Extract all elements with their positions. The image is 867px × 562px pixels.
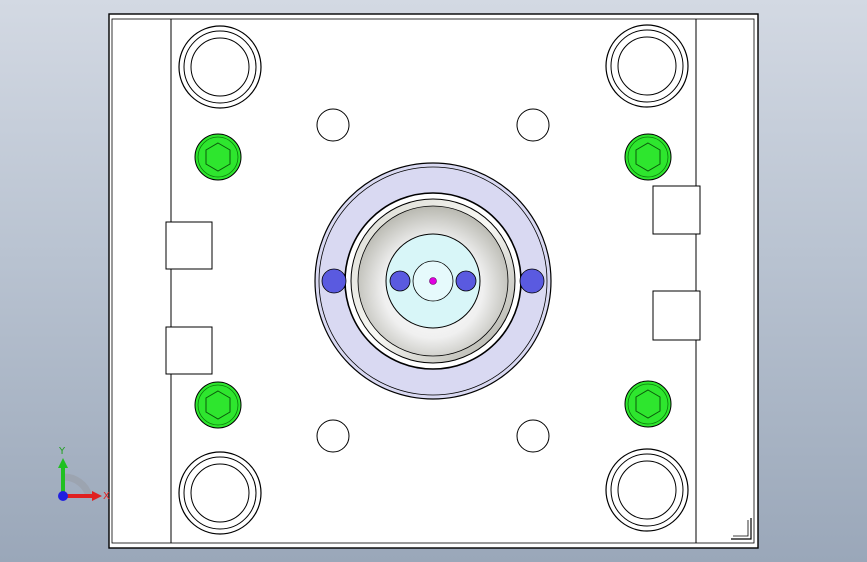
pocket-left-lower	[165, 326, 213, 375]
hole-bottom-left	[316, 419, 350, 453]
y-axis-label: Y	[58, 446, 66, 457]
bushing-bottom-left	[178, 451, 262, 535]
z-axis-icon	[58, 491, 68, 501]
center-assembly	[314, 162, 552, 400]
pin-inner-left	[389, 270, 411, 292]
bushing-top-right	[605, 24, 689, 108]
mold-plate-top-view[interactable]: Y X	[0, 0, 867, 562]
pocket-left-upper	[165, 221, 213, 270]
x-axis-arrow-icon	[92, 491, 102, 501]
bushing-bottom-right	[605, 448, 689, 532]
bushing-top-left	[178, 25, 262, 109]
screw-top-right	[624, 133, 672, 181]
hole-bottom-right	[516, 419, 550, 453]
pocket-right-lower	[652, 290, 701, 341]
center-dot	[429, 277, 437, 285]
hole-top-right	[516, 108, 550, 142]
hole-top-left	[316, 108, 350, 142]
axis-triad[interactable]: Y X	[58, 446, 110, 502]
screw-bottom-left	[194, 381, 242, 429]
x-axis-label: X	[103, 491, 110, 502]
pin-outer-right	[519, 268, 545, 294]
pocket-right-upper	[652, 185, 701, 235]
cad-viewport[interactable]: Y X	[0, 0, 867, 562]
screw-bottom-right	[624, 380, 672, 428]
screw-top-left	[194, 133, 242, 181]
pin-outer-left	[321, 268, 347, 294]
y-axis-arrow-icon	[58, 458, 68, 468]
pin-inner-right	[455, 270, 477, 292]
